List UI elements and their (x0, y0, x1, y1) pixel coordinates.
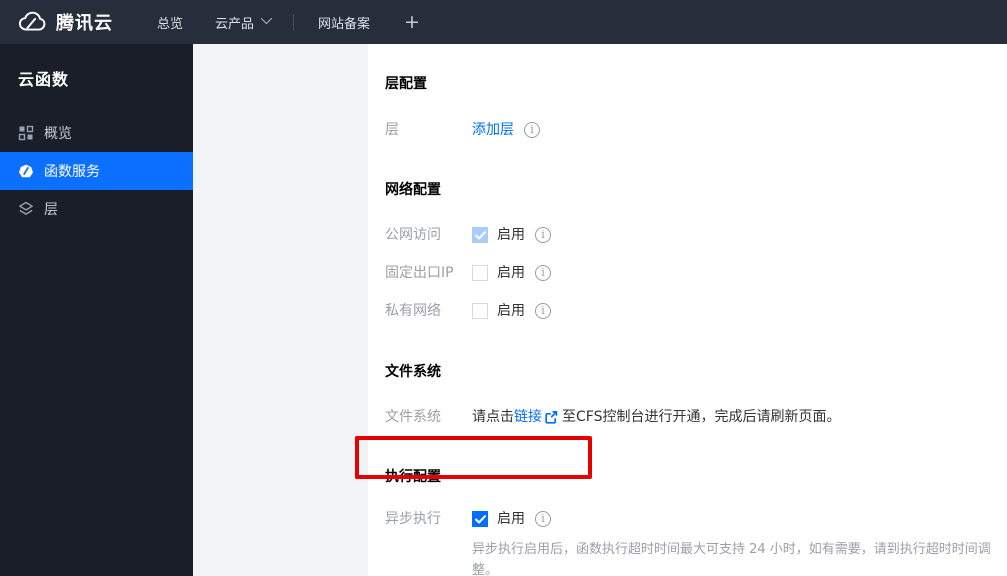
function-icon (18, 163, 34, 179)
section-title-filesystem: 文件系统 (385, 364, 441, 380)
check-icon (474, 514, 486, 523)
settings-panel: 层配置 层 添加层 i 网络配置 公网访问 启用 i 固定出口IP 启用 i 私… (368, 44, 1007, 576)
tencent-cloud-logo[interactable]: 腾讯云 (16, 9, 113, 35)
sidebar-item-layers[interactable]: 层 (0, 190, 193, 228)
vpc-row: 私有网络 启用 i (385, 301, 987, 321)
external-link-icon[interactable] (544, 410, 558, 424)
filesystem-label: 文件系统 (385, 409, 441, 425)
async-helper-text: 异步执行启用后，函数执行超时时间最大可支持 24 小时，如有需要，请到执行超时时… (472, 542, 991, 576)
top-nav-menu: 总览 云产品 网站备案 + (141, 0, 438, 44)
public-network-checkbox (472, 227, 488, 243)
nav-divider (293, 14, 295, 30)
nav-item-products[interactable]: 云产品 (199, 0, 285, 44)
filesystem-text: 请点击 链接 至CFS控制台进行开通，完成后请刷新页面。 (472, 407, 841, 427)
grid-icon (18, 125, 34, 141)
fixed-ip-label: 固定出口IP (385, 265, 454, 281)
check-icon (474, 230, 486, 239)
cfs-console-link[interactable]: 链接 (514, 407, 542, 427)
info-icon[interactable]: i (524, 122, 540, 138)
enable-label: 启用 (497, 511, 525, 527)
fixed-ip-row: 固定出口IP 启用 i (385, 263, 987, 283)
chevron-down-icon (260, 12, 273, 25)
sidebar-item-label: 函数服务 (44, 164, 100, 180)
public-network-row: 公网访问 启用 i (385, 225, 987, 245)
sidebar-menu: 概览 函数服务 层 (0, 114, 193, 228)
brand-name: 腾讯云 (56, 13, 113, 34)
layer-row: 层 添加层 i (385, 120, 987, 140)
sidebar-item-overview[interactable]: 概览 (0, 114, 193, 152)
async-execution-checkbox[interactable] (472, 511, 488, 527)
sidebar-item-label: 层 (44, 202, 58, 218)
cloud-logo-icon (16, 10, 48, 34)
async-execution-row: 异步执行 启用 i (385, 509, 987, 529)
sidebar-title: 云函数 (18, 70, 70, 89)
add-layer-link[interactable]: 添加层 (472, 120, 514, 140)
public-network-label: 公网访问 (385, 227, 441, 243)
info-icon[interactable]: i (535, 265, 551, 281)
info-icon[interactable]: i (535, 303, 551, 319)
info-icon[interactable]: i (535, 511, 551, 527)
vpc-checkbox[interactable] (472, 303, 488, 319)
section-title-layer-config: 层配置 (385, 76, 427, 92)
info-icon[interactable]: i (535, 227, 551, 243)
add-nav-tab-button[interactable]: + (386, 11, 438, 33)
enable-label: 启用 (497, 227, 525, 243)
sidebar-item-function-service[interactable]: 函数服务 (0, 152, 193, 190)
sidebar-item-label: 概览 (44, 126, 72, 142)
enable-label: 启用 (497, 265, 525, 281)
top-navigation-bar: 腾讯云 总览 云产品 网站备案 + (0, 0, 1007, 44)
layer-label: 层 (385, 122, 399, 138)
section-title-execution-config: 执行配置 (385, 469, 441, 485)
vpc-label: 私有网络 (385, 303, 441, 319)
sidebar: 云函数 概览 函数服务 层 (0, 44, 193, 576)
section-title-network-config: 网络配置 (385, 182, 441, 198)
nav-item-overview[interactable]: 总览 (141, 0, 199, 44)
async-execution-label: 异步执行 (385, 511, 441, 527)
filesystem-row: 文件系统 请点击 链接 至CFS控制台进行开通，完成后请刷新页面。 (385, 407, 987, 427)
enable-label: 启用 (497, 303, 525, 319)
nav-item-icp[interactable]: 网站备案 (302, 0, 386, 44)
layers-icon (18, 201, 34, 217)
fixed-ip-checkbox[interactable] (472, 265, 488, 281)
